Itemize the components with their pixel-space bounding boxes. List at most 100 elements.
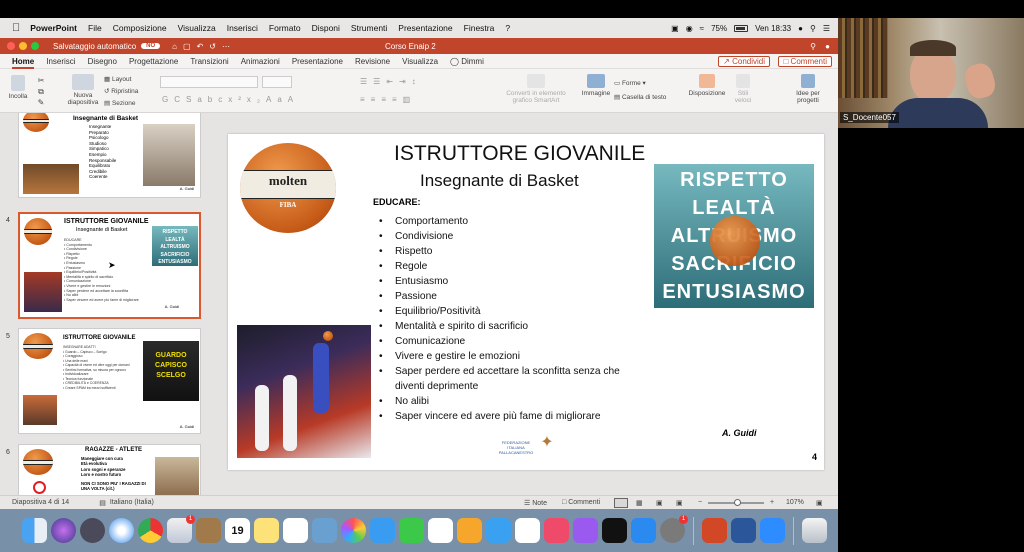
trash-icon[interactable] (802, 518, 827, 543)
align-icons[interactable]: ≡≡≡≡▥ (360, 95, 416, 104)
facetime-icon[interactable] (399, 518, 424, 543)
reminders-icon[interactable] (283, 518, 308, 543)
comments-button[interactable]: □ Commenti (778, 55, 832, 67)
zoom-slider-thumb[interactable] (734, 499, 741, 506)
music-icon[interactable] (544, 518, 569, 543)
podcasts-icon[interactable] (573, 518, 598, 543)
design-ideas-button[interactable]: Idee per progetti (790, 74, 826, 104)
user-icon[interactable]: ● (798, 24, 803, 33)
menu-presentazione[interactable]: Presentazione (398, 23, 452, 33)
save-icon[interactable]: ▢ (183, 42, 191, 51)
app-store-icon[interactable] (631, 518, 656, 543)
new-slide-button[interactable]: Nuova diapositiva (64, 74, 102, 106)
font-size-field[interactable] (262, 76, 292, 88)
search-icon[interactable]: ⚲ (810, 24, 816, 33)
zoom-in-icon[interactable]: + (770, 499, 774, 506)
finder-icon[interactable] (22, 518, 47, 543)
slide-thumbnail-3[interactable]: Insegnante di Basket Insegnante Preparat… (18, 113, 201, 198)
slide-thumbnail-5[interactable]: ISTRUTTORE GIOVANILE INSEGNARE ADATTI • G… (18, 328, 201, 434)
pages-icon[interactable] (457, 518, 482, 543)
home-icon[interactable]: ⌂ (172, 42, 177, 51)
menu-finestra[interactable]: Finestra (464, 23, 495, 33)
search-icon[interactable]: ⚲ (810, 42, 816, 51)
contacts-icon[interactable] (196, 518, 221, 543)
video-participant-panel[interactable]: S_Docente057 (838, 18, 1024, 128)
menu-inserisci[interactable]: Inserisci (227, 23, 258, 33)
siri-icon[interactable] (51, 518, 76, 543)
tab-progettazione[interactable]: Progettazione (129, 57, 178, 66)
mail-icon[interactable]: 1 (167, 515, 195, 543)
tab-dimmi[interactable]: ◯ Dimmi (450, 57, 484, 66)
tab-disegno[interactable]: Disegno (88, 57, 117, 66)
battery-icon[interactable] (734, 24, 749, 32)
format-painter-icon[interactable]: ✎ (36, 97, 46, 108)
photos-icon[interactable] (341, 518, 366, 543)
slideshow-icon[interactable]: ▣ (676, 499, 683, 507)
zoom-out-icon[interactable]: − (698, 499, 702, 506)
zoom-level[interactable]: 107% (786, 499, 804, 506)
textbox-button[interactable]: ▤ Casella di testo (614, 91, 666, 105)
tab-transizioni[interactable]: Transizioni (190, 57, 228, 66)
fit-slide-icon[interactable]: ▣ (816, 499, 823, 507)
more-icon[interactable]: ⋯ (222, 42, 230, 51)
control-center-icon[interactable]: ☰ (823, 24, 830, 33)
cut-copy-format-icons[interactable]: ✂ ⧉ ✎ (36, 75, 46, 108)
copy-icon[interactable]: ⧉ (36, 86, 46, 97)
maximize-window-icon[interactable] (31, 42, 39, 50)
messages-icon[interactable] (370, 518, 395, 543)
menu-disponi[interactable]: Disponi (312, 23, 340, 33)
slide-thumbnail-6[interactable]: RAGAZZE - ATLETE Maneggiare con cura Età… (18, 444, 201, 495)
menu-file[interactable]: File (88, 23, 102, 33)
tab-revisione[interactable]: Revisione (355, 57, 390, 66)
tab-visualizza[interactable]: Visualizza (402, 57, 438, 66)
numbers-icon[interactable] (515, 518, 540, 543)
menu-composizione[interactable]: Composizione (113, 23, 167, 33)
undo-icon[interactable]: ↶ (197, 42, 204, 51)
system-preferences-icon[interactable]: 1 (660, 515, 688, 543)
arrange-button[interactable]: Disposizione (688, 74, 726, 97)
scissors-icon[interactable]: ✂ (36, 75, 46, 86)
section-button[interactable]: ▤ Sezione (104, 98, 138, 110)
tab-inserisci[interactable]: Inserisci (46, 57, 75, 66)
main-slide[interactable]: molten FIBA ISTRUTTORE GIOVANILE Insegna… (228, 134, 824, 470)
zoom-icon[interactable]: ◉ (686, 24, 693, 33)
share-button[interactable]: ↗ Condividi (718, 55, 770, 67)
tab-presentazione[interactable]: Presentazione (292, 57, 343, 66)
tab-home[interactable]: Home (12, 57, 35, 69)
list-icons[interactable]: ☰☰⇤⇥↕ (360, 77, 422, 86)
slide-thumbnail-4[interactable]: ISTRUTTORE GIOVANILE Insegnante di Baske… (18, 212, 201, 319)
menu-strumenti[interactable]: Strumenti (351, 23, 387, 33)
screen-icon[interactable]: ▣ (671, 24, 679, 33)
font-name-field[interactable] (160, 76, 258, 88)
menu-visualizza[interactable]: Visualizza (178, 23, 216, 33)
tab-animazioni[interactable]: Animazioni (241, 57, 280, 66)
reading-view-icon[interactable]: ▣ (656, 499, 663, 507)
menu-help[interactable]: ? (505, 23, 510, 33)
notes-icon[interactable] (254, 518, 279, 543)
wifi-icon[interactable]: ≈ (700, 24, 704, 33)
font-format-icons[interactable]: GCSabcx²x₂AaA (162, 95, 299, 104)
shapes-button[interactable]: ▭ Forme ▾ (614, 77, 666, 91)
layout-button[interactable]: ▦ Layout (104, 74, 138, 86)
comments-status-button[interactable]: □ Commenti (562, 499, 600, 506)
launchpad-icon[interactable] (80, 518, 105, 543)
keynote-icon[interactable] (486, 518, 511, 543)
menu-formato[interactable]: Formato (269, 23, 301, 33)
quick-styles-button[interactable]: Stili veloci (730, 74, 756, 104)
apple-tv-icon[interactable] (602, 518, 627, 543)
language-icon[interactable]: ▤ (99, 499, 106, 507)
profile-icon[interactable]: ● (825, 42, 830, 51)
reset-button[interactable]: ↺ Ripristina (104, 86, 138, 98)
chrome-icon[interactable] (138, 518, 163, 543)
menu-app[interactable]: PowerPoint (30, 23, 77, 33)
notes-button[interactable]: ☰ Note (524, 499, 547, 507)
powerpoint-icon[interactable] (702, 518, 727, 543)
normal-view-icon[interactable] (614, 497, 628, 508)
paste-button[interactable]: Incolla (6, 75, 30, 100)
calendar-icon[interactable]: 19 (225, 518, 250, 543)
clock[interactable]: Ven 18:33 (755, 24, 791, 33)
word-icon[interactable] (731, 518, 756, 543)
smartart-button[interactable]: Converti in elemento grafico SmartArt (500, 74, 572, 104)
redo-icon[interactable]: ↺ (209, 42, 216, 51)
apple-icon[interactable]:  (12, 22, 20, 34)
